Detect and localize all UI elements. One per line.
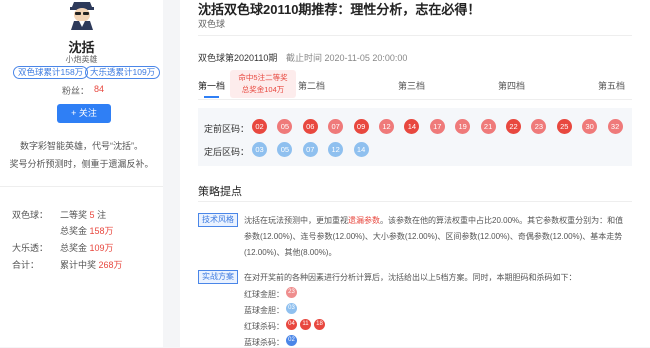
front-ball: 09 (353, 119, 369, 134)
back-zone-label: 定后区码： (204, 147, 250, 157)
blue-kill-ball: 02 (286, 335, 297, 346)
tech-line3: (12.00%)、其他(8.00%)。 (244, 248, 337, 257)
tab-active-indicator (204, 96, 219, 98)
sidebar-divider (0, 186, 163, 187)
follow-button[interactable]: + 关注 (57, 104, 111, 123)
red-kill-ball: 18 (314, 319, 325, 330)
blue-dan-label: 蓝球金胆： (244, 306, 284, 315)
blue-kill-label: 蓝球杀码： (244, 338, 284, 347)
blue-dan-ball: 03 (286, 303, 297, 314)
tab-fifth[interactable]: 第五档 (598, 79, 625, 92)
stat-ssq-prize-text: 二等奖 (60, 210, 88, 220)
fans-count: 84 (94, 84, 105, 94)
fans-label: 粉丝： (62, 86, 90, 96)
tab-first[interactable]: 第一档 (198, 79, 225, 92)
stat-ssq-total-text: 总奖金 (60, 226, 88, 236)
balls-panel (198, 108, 632, 166)
stat-ssq-row2: 总奖金 158万 (60, 224, 114, 237)
front-ball: 06 (302, 119, 318, 134)
plan-tag: 实战方案 (198, 270, 238, 284)
red-dan-label: 红球金胆： (244, 290, 284, 299)
author-desc-line2: 奖号分析预测时，侧重于遗漏反补。 (9, 159, 154, 169)
stat-sum-amount: 268万 (98, 260, 123, 270)
front-ball: 22 (506, 119, 521, 134)
stat-dlt-total-amount: 109万 (89, 243, 114, 253)
stat-ssq-prize-count: 5 (89, 210, 95, 220)
tech-line1: 沈括在玩法预测中，更加重视遗漏参数。该参数在他的算法权重中占比20.00%。其它… (244, 215, 623, 226)
tech-line2: 参数(12.00%)、连号参数(12.00%)、大小参数(12.00%)、区间参… (244, 232, 623, 241)
plan-line: 在对开奖前的各种因素进行分析计算后，沈括给出以上5档方案。同时，本期胆码和杀码如… (244, 273, 577, 282)
tooltip-line2: 总奖金104万 (241, 85, 285, 94)
stat-ssq-row1: 二等奖 5 注 (60, 208, 106, 221)
strategy-divider (198, 201, 632, 202)
tech-style-tag: 技术风格 (198, 213, 238, 227)
article-main: 沈括双色球20110期推荐：理性分析，志在必得！ 双色球 双色球第2020110… (180, 0, 650, 347)
red-kill-label: 红球杀码： (244, 322, 284, 331)
tooltip-line1: 命中5注二等奖 (238, 73, 288, 82)
front-ball: 02 (252, 119, 267, 134)
prize-tooltip: 命中5注二等奖 总奖金104万 (230, 70, 296, 98)
issue-number: 双色球第2020110期 (198, 53, 278, 63)
front-ball: 17 (429, 119, 445, 134)
stat-sum-text: 累计中奖 (60, 260, 97, 270)
author-sidebar: 沈括 小炮英雄 双色球累计158万 大乐透累计109万 粉丝： 84 + 关注 … (0, 0, 163, 347)
tab-second[interactable]: 第二档 (298, 79, 325, 92)
stat-dlt-total-text: 总奖金 (60, 243, 88, 253)
red-kill-ball: 11 (300, 319, 311, 330)
red-kill-ball: 04 (286, 319, 297, 330)
stat-ssq-prize-unit: 注 (97, 210, 107, 220)
red-dan-ball: 23 (286, 287, 297, 298)
front-ball: 25 (556, 119, 572, 134)
front-ball: 21 (480, 119, 496, 134)
tech-line1-c: 。该参数在他的算法权重中占比20.00%。其它参数权重分别为：和值 (380, 216, 624, 225)
stat-ssq-total-amount: 158万 (89, 226, 114, 236)
stat-ssq-label: 双色球： (12, 210, 49, 220)
back-ball: 14 (353, 142, 369, 157)
tab-fourth[interactable]: 第四档 (498, 79, 525, 92)
tech-line1-a: 沈括在玩法预测中，更加重视 (244, 216, 348, 225)
back-ball: 03 (252, 142, 267, 157)
stat-sum-label: 合计： (12, 260, 40, 270)
front-ball: 12 (379, 119, 394, 134)
tabs-divider (198, 99, 632, 100)
tag-dlt-total: 大乐透累计109万 (85, 66, 161, 79)
front-zone-label: 定前区码： (204, 124, 250, 134)
article-title: 沈括双色球20110期推荐：理性分析，志在必得！ (198, 2, 481, 17)
tab-third[interactable]: 第三档 (398, 79, 425, 92)
front-ball: 32 (607, 119, 623, 134)
tag-ssq-total: 双色球累计158万 (13, 66, 89, 79)
author-desc-line1: 数字彩智能英雄，代号“沈括”。 (20, 141, 143, 151)
stat-dlt-label: 大乐透： (12, 243, 49, 253)
strategy-heading: 策略提点 (198, 186, 242, 198)
back-ball: 07 (302, 142, 318, 157)
stat-sum-row: 累计中奖 268万 (60, 258, 123, 271)
stat-dlt-row: 总奖金 109万 (60, 241, 114, 254)
deadline: 截止时间 2020-11-05 20:00:00 (286, 53, 408, 63)
article-category[interactable]: 双色球 (198, 17, 225, 30)
author-subtitle: 小炮英雄 (65, 55, 98, 64)
title-divider (198, 35, 632, 36)
tech-highlight: 遗漏参数 (348, 216, 380, 225)
avatar[interactable] (66, 0, 98, 30)
